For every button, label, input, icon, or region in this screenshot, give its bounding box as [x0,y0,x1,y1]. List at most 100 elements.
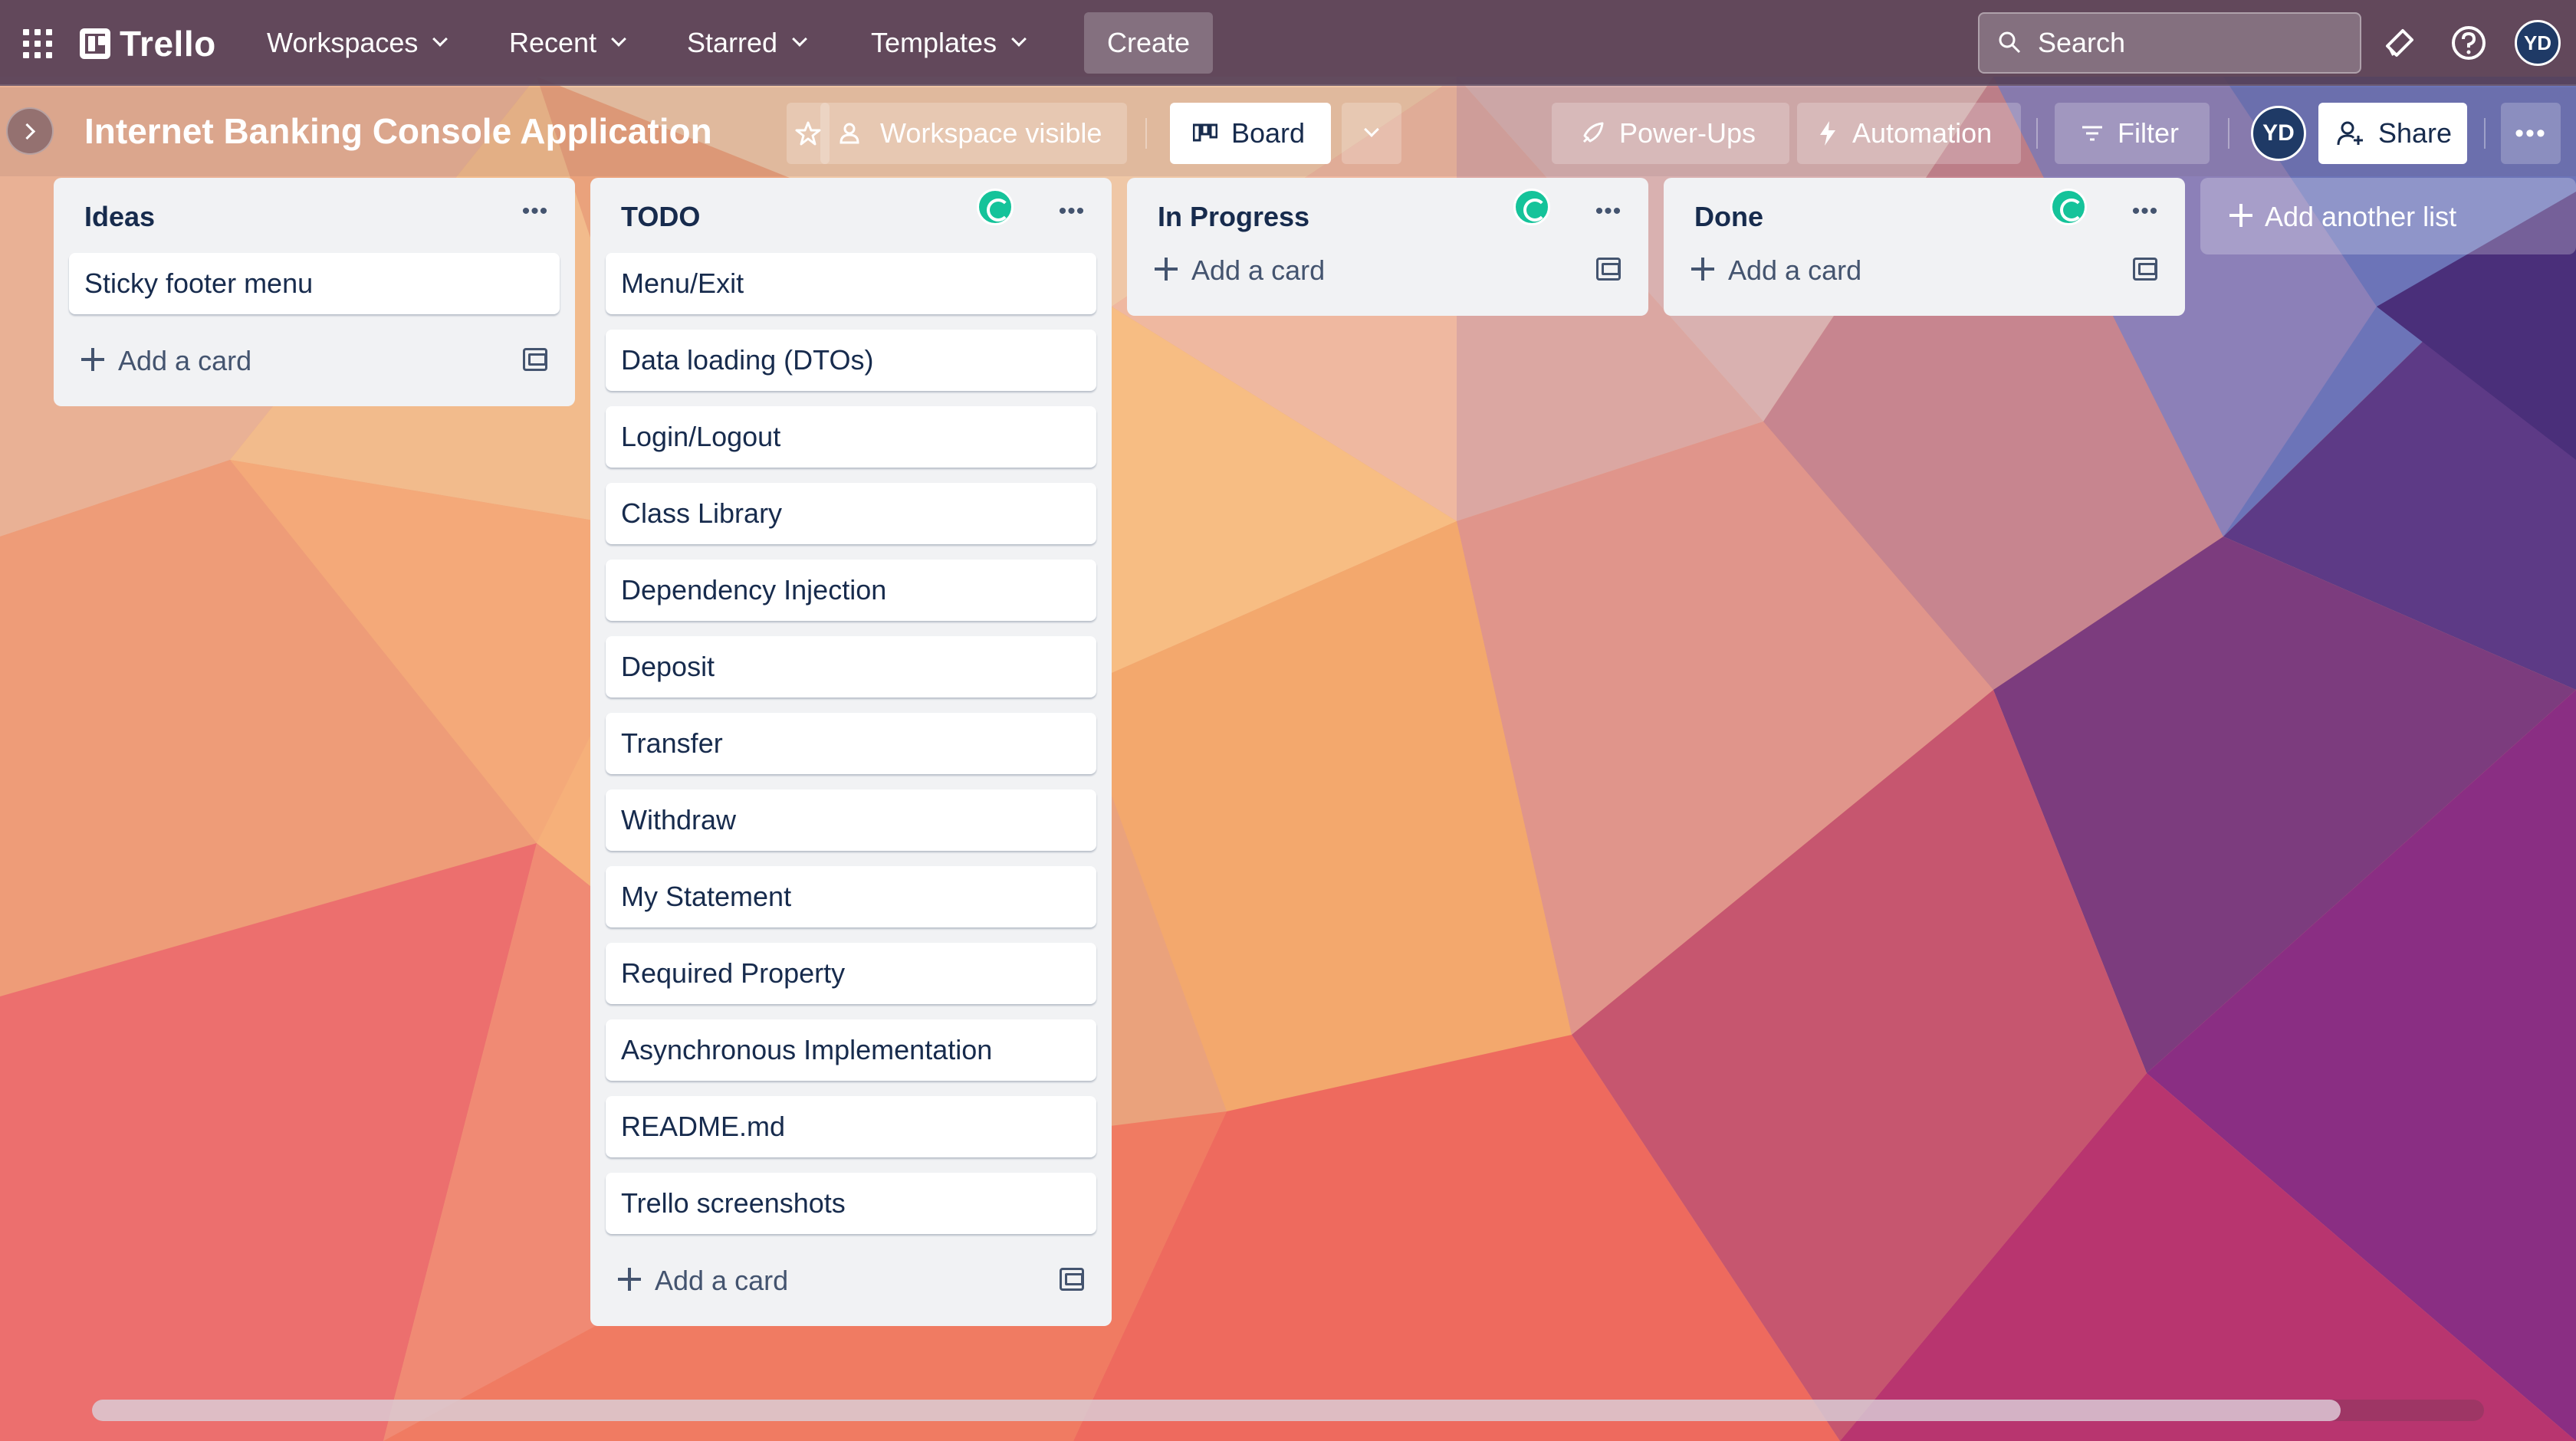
scrollbar-thumb[interactable] [92,1400,2341,1421]
list-ideas: Ideas ••• Sticky footer menu Add a card [54,178,575,406]
card[interactable]: Transfer [606,713,1096,774]
nav-starred[interactable]: Starred [687,23,807,63]
board-title[interactable]: Internet Banking Console Application [84,110,712,152]
plus-icon [618,1268,641,1291]
automation-label: Automation [1852,117,1993,149]
nav-templates-label: Templates [871,27,997,58]
board-member-avatar[interactable]: YD [2251,106,2306,161]
search-icon [1999,31,2021,54]
list-menu-button[interactable]: ••• [2127,196,2164,227]
create-button[interactable]: Create [1084,12,1213,74]
header-divider [1145,118,1147,149]
plus-icon [81,348,104,371]
more-icon: ••• [521,199,549,224]
card[interactable]: Withdraw [606,789,1096,851]
star-icon [795,121,821,146]
nav-workspaces[interactable]: Workspaces [267,23,449,63]
board-view-label: Board [1231,117,1306,149]
more-icon: ••• [1058,199,1086,224]
list-menu-button[interactable]: ••• [1053,196,1090,227]
list-menu-button[interactable]: ••• [1590,196,1627,227]
filter-button[interactable]: Filter [2055,103,2210,164]
trello-logo[interactable]: Trello [80,23,216,64]
list-done: Done ••• Add a card [1664,178,2185,316]
plus-icon [2229,204,2252,227]
add-list-button[interactable]: Add another list [2200,178,2576,254]
card[interactable]: Data loading (DTOs) [606,330,1096,391]
nav-templates[interactable]: Templates [871,23,1027,63]
chevron-down-icon [432,31,449,47]
list-title[interactable]: Ideas [84,201,155,233]
card[interactable]: Asynchronous Implementation [606,1019,1096,1081]
add-card-label: Add a card [655,1265,789,1296]
card[interactable]: Required Property [606,943,1096,1004]
megaphone-icon[interactable] [2380,23,2420,63]
list-title[interactable]: Done [1694,201,1763,233]
filter-label: Filter [2118,117,2179,149]
user-avatar[interactable]: YD [2515,20,2561,66]
card-template-icon[interactable] [1060,1268,1084,1291]
card[interactable]: Login/Logout [606,406,1096,468]
card-template-icon[interactable] [1596,258,1621,281]
automation-button[interactable]: Automation [1797,103,2021,164]
more-icon: ••• [2515,118,2547,148]
chevron-down-icon [611,31,626,47]
board-header: Internet Banking Console Application Wor… [0,87,2576,176]
card-template-icon[interactable] [2133,258,2157,281]
horizontal-scrollbar[interactable] [92,1400,2484,1421]
list-title[interactable]: In Progress [1158,201,1309,233]
sidebar-toggle-button[interactable] [6,107,54,155]
board-view-icon [1193,123,1217,142]
card[interactable]: Dependency Injection [606,560,1096,621]
chevron-down-icon [1011,31,1027,47]
card[interactable]: Deposit [606,636,1096,698]
power-ups-button[interactable]: Power-Ups [1552,103,1789,164]
nav-recent[interactable]: Recent [509,23,626,63]
nav-workspaces-label: Workspaces [267,27,419,58]
filter-icon [2082,126,2102,141]
app-name: Trello [120,24,216,64]
view-switcher-button[interactable] [1342,103,1401,164]
header-divider [2036,118,2038,149]
add-card-button[interactable]: Add a card [1664,239,2185,316]
chevron-down-icon [792,31,807,47]
grammarly-icon[interactable] [1513,189,1550,225]
add-card-button[interactable]: Add a card [1127,239,1648,316]
help-icon[interactable] [2449,23,2489,63]
card[interactable]: My Statement [606,866,1096,927]
list-header: In Progress ••• [1127,178,1648,239]
add-card-label: Add a card [1728,254,1862,286]
card[interactable]: Menu/Exit [606,253,1096,314]
workspace-visible-label: Workspace visible [880,117,1102,149]
chevron-down-icon [1364,122,1379,137]
trello-logo-icon [80,28,110,59]
list-title[interactable]: TODO [621,201,700,233]
header-divider [2228,118,2229,149]
apps-grid-icon[interactable] [23,29,52,58]
rocket-icon [1582,122,1604,143]
board-view-button[interactable]: Board [1170,103,1331,164]
board-menu-button[interactable]: ••• [2501,103,2561,164]
card[interactable]: Sticky footer menu [69,253,560,314]
add-card-button[interactable]: Add a card [590,1249,1112,1326]
grammarly-icon[interactable] [977,189,1014,225]
more-icon: ••• [2131,199,2159,224]
share-label: Share [2378,117,2453,149]
grammarly-icon[interactable] [2050,189,2087,225]
list-in-progress: In Progress ••• Add a card [1127,178,1648,316]
share-button[interactable]: Share [2318,103,2467,164]
nav-starred-label: Starred [687,27,778,58]
card[interactable]: Trello screenshots [606,1173,1096,1234]
top-navigation-bar: Trello Workspaces Recent Starred Templat… [0,0,2576,86]
list-menu-button[interactable]: ••• [517,196,554,227]
workspace-visible-button[interactable]: Workspace visible [820,103,1127,164]
add-card-button[interactable]: Add a card [54,330,575,406]
card-template-icon[interactable] [523,348,547,371]
search-input[interactable]: Search [1978,12,2361,74]
list-todo: TODO ••• Menu/Exit Data loading (DTOs) L… [590,178,1112,1326]
plus-icon [1691,258,1714,281]
card[interactable]: Class Library [606,483,1096,544]
card[interactable]: README.md [606,1096,1096,1157]
people-icon [840,123,859,144]
more-icon: ••• [1595,199,1622,224]
